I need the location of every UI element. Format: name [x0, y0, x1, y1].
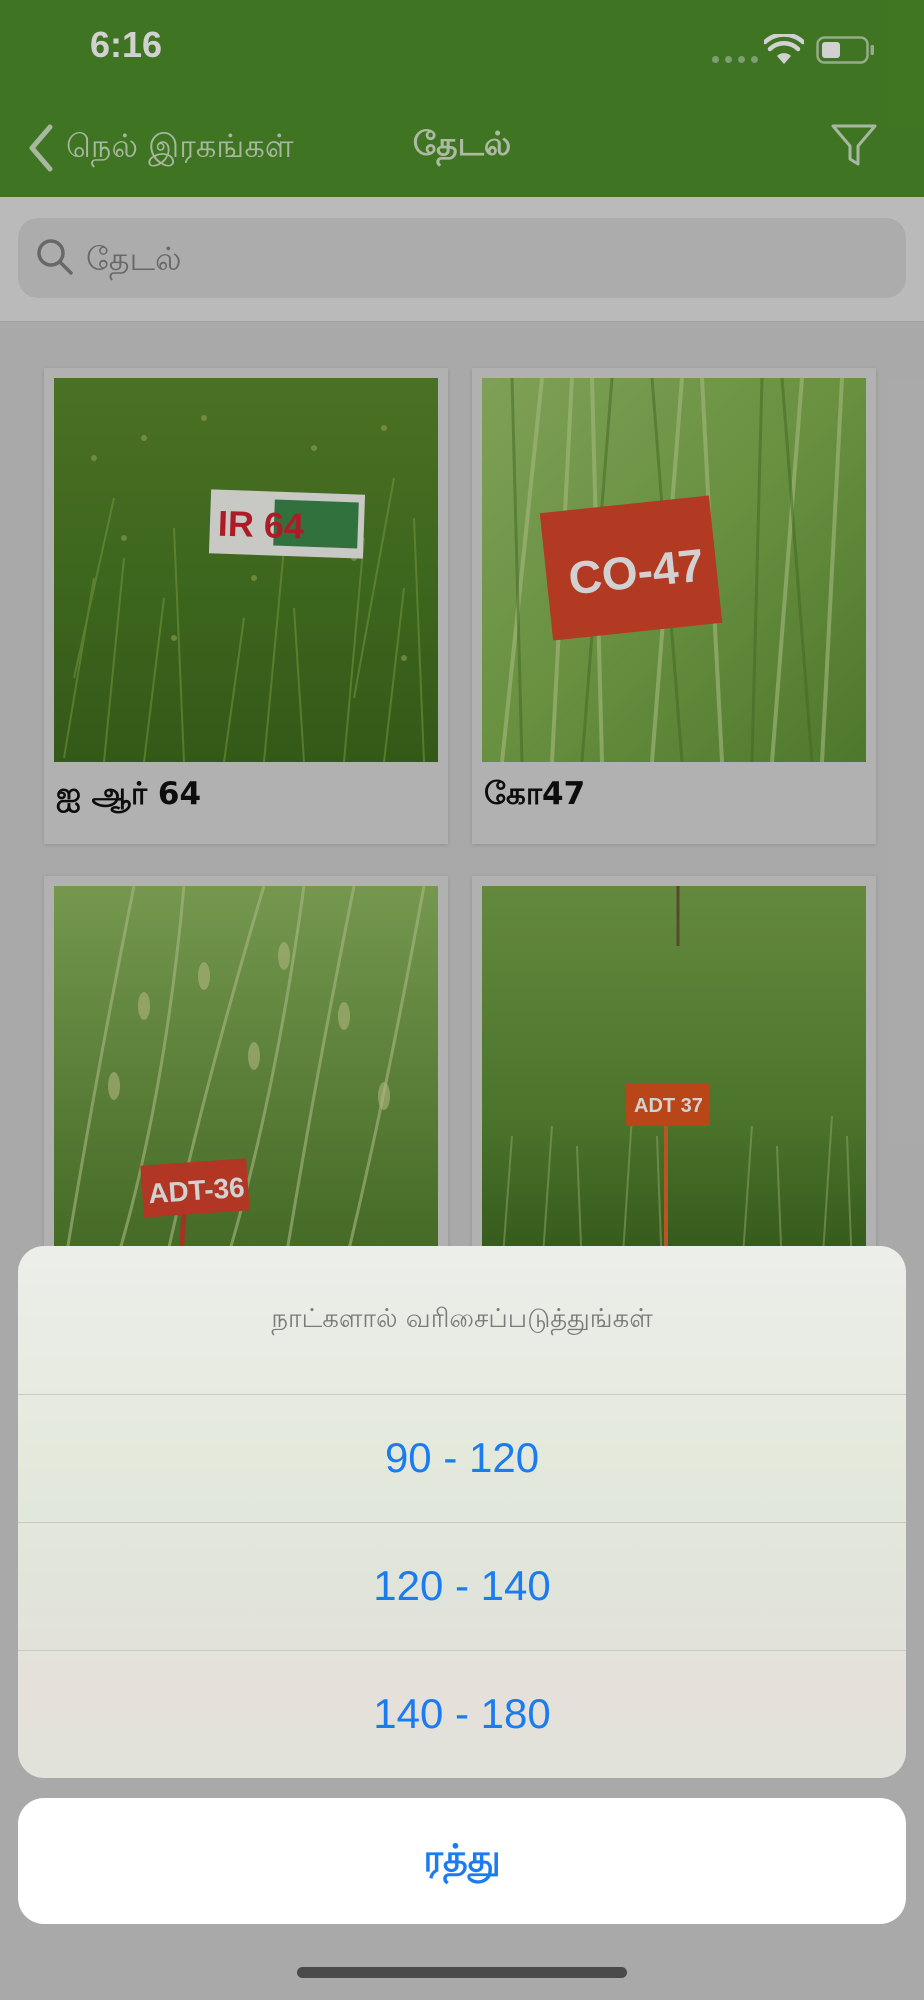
sort-option-140-180[interactable]: 140 - 180	[18, 1650, 906, 1778]
cancel-button[interactable]: ரத்து	[18, 1798, 906, 1924]
action-sheet-title: நாட்களால் வரிசைப்படுத்துங்கள்	[18, 1246, 906, 1395]
sort-option-90-120[interactable]: 90 - 120	[18, 1394, 906, 1523]
home-indicator[interactable]	[297, 1967, 627, 1978]
sort-option-120-140[interactable]: 120 - 140	[18, 1522, 906, 1651]
sort-action-sheet: நாட்களால் வரிசைப்படுத்துங்கள் 90 - 120 1…	[18, 1246, 906, 1778]
